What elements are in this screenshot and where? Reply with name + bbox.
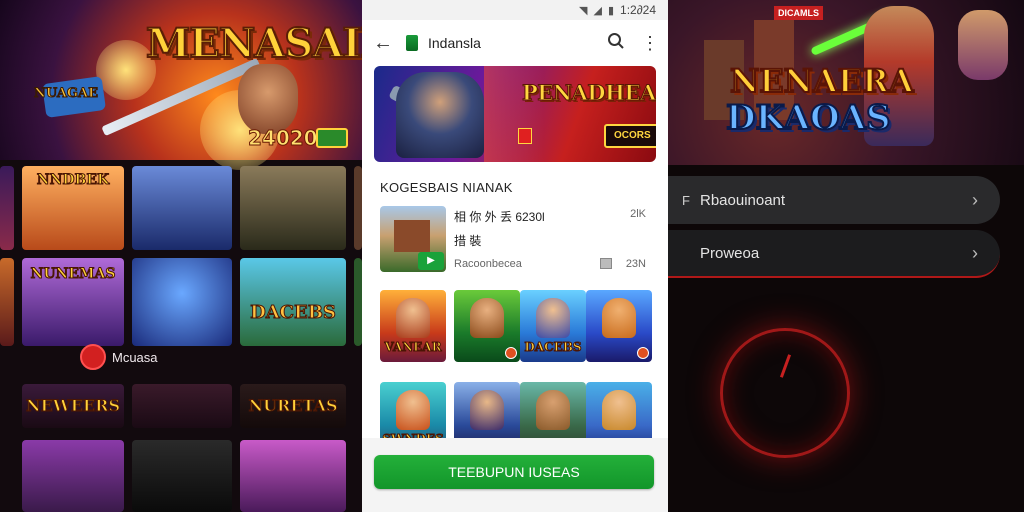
left-bg-tile[interactable] bbox=[132, 384, 232, 428]
right-hero-subtitle: DKAOAS bbox=[725, 97, 892, 139]
featured-app-subtitle: 措 裝 bbox=[454, 234, 482, 248]
status-time: 1:2∂24 bbox=[620, 3, 656, 17]
play-icon: ▶ bbox=[418, 252, 444, 270]
right-menu-item-label: Rbaouinoant bbox=[700, 191, 786, 209]
left-background-panel: MENASAII NUAGAE 24020 NNDBEK DACEBS NUNE… bbox=[0, 0, 362, 512]
right-menu-item-1[interactable]: F Rbaouinoant › bbox=[668, 176, 1000, 224]
left-bg-notice[interactable]: Mcuasa bbox=[80, 344, 158, 370]
left-hero-face-art bbox=[238, 64, 298, 134]
left-bg-tile bbox=[0, 258, 14, 346]
left-bg-tile-title: NURETAS bbox=[248, 396, 338, 416]
game-tile[interactable]: DACEBS bbox=[520, 290, 586, 362]
featured-app-row[interactable]: ▶ 相 你 外 丢 6230l 2lK 措 裝 Racoonbecea 23N bbox=[380, 206, 652, 274]
loading-ring-icon bbox=[720, 328, 850, 458]
left-bg-tile[interactable] bbox=[240, 440, 346, 512]
right-hero-tag: DICAMLS bbox=[774, 6, 823, 20]
right-menu-item-label: Proweoa bbox=[700, 244, 760, 262]
left-bg-tile bbox=[0, 166, 14, 250]
back-arrow-icon[interactable]: ← bbox=[370, 32, 396, 55]
left-bg-tile[interactable] bbox=[132, 440, 232, 512]
search-icon[interactable] bbox=[602, 32, 630, 55]
left-bg-notice-text: Mcuasa bbox=[112, 349, 158, 365]
badge-icon bbox=[637, 347, 649, 359]
section-title: KOGESBAIS NIANAK bbox=[380, 180, 513, 195]
battery-icon: ▮ bbox=[607, 4, 615, 17]
wifi-icon: ◥ bbox=[579, 4, 588, 17]
banner-chip bbox=[518, 128, 532, 144]
chevron-right-icon: › bbox=[972, 189, 978, 210]
featured-app-thumbnail[interactable]: ▶ bbox=[380, 206, 446, 272]
left-bg-tile[interactable]: NEWEERS bbox=[22, 384, 124, 428]
record-dot-icon bbox=[80, 344, 106, 370]
app-title: Indansla bbox=[428, 35, 481, 51]
right-background-panel: DICAMLS NENAERA DKAOAS F Rbaouinoant › P… bbox=[668, 0, 1024, 512]
phone-app-screen: ◥ ◢ ▮ 1:2∂24 ← Indansla ⋮ PENADHEAN OCOR… bbox=[362, 0, 668, 512]
game-tile[interactable]: VANEAR bbox=[380, 290, 446, 362]
featured-app-developer: Racoonbecea bbox=[454, 258, 522, 270]
left-hero-mini-title: NUAGAE bbox=[33, 86, 99, 102]
left-bg-tile[interactable] bbox=[132, 258, 232, 346]
left-hero-badge bbox=[316, 128, 348, 148]
promo-banner[interactable]: PENADHEAN OCORS bbox=[374, 66, 656, 162]
left-bg-tile-caption: NUNEMAS bbox=[22, 262, 124, 292]
right-hero-title: NENAERA bbox=[729, 61, 915, 101]
status-bar: ◥ ◢ ▮ 1:2∂24 bbox=[362, 0, 668, 20]
chevron-right-icon: › bbox=[972, 242, 978, 263]
game-tile[interactable] bbox=[586, 290, 652, 362]
app-bar: ← Indansla ⋮ bbox=[362, 20, 668, 66]
badge-icon bbox=[505, 347, 517, 359]
flag-icon bbox=[600, 258, 612, 269]
menu-item-icon: F bbox=[682, 192, 690, 208]
left-bg-tile bbox=[354, 166, 362, 250]
install-button[interactable]: TEEBUPUN IUSEAS bbox=[374, 455, 654, 489]
app-logo-icon bbox=[406, 35, 418, 51]
left-bg-tile[interactable]: DACEBS bbox=[240, 258, 346, 346]
left-hero-banner: MENASAII NUAGAE 24020 bbox=[0, 0, 362, 170]
left-bg-tile[interactable] bbox=[22, 440, 124, 512]
more-vert-icon[interactable]: ⋮ bbox=[640, 33, 660, 54]
right-hero-character-art bbox=[958, 10, 1008, 80]
left-bg-tile-title: NEWEERS bbox=[26, 396, 121, 416]
left-bg-tile bbox=[354, 258, 362, 346]
banner-character-art bbox=[396, 72, 484, 158]
left-bg-tile[interactable]: NURETAS bbox=[240, 384, 346, 428]
right-hero-banner: DICAMLS NENAERA DKAOAS bbox=[668, 0, 1024, 165]
left-bg-tile-title: NUNEMAS bbox=[30, 266, 116, 283]
left-bg-tile-title: DACEBS bbox=[250, 302, 337, 324]
signal-icon: ◢ bbox=[593, 4, 602, 17]
left-bg-tile-title: NNDBEK bbox=[36, 172, 110, 189]
game-tile-title: VANEAR bbox=[384, 340, 442, 355]
featured-app-rating: 23N bbox=[625, 258, 646, 270]
left-hero-score: 24020 bbox=[248, 126, 319, 151]
game-tile[interactable] bbox=[454, 290, 520, 362]
banner-title: PENADHEAN bbox=[521, 80, 656, 106]
left-bg-tile[interactable] bbox=[240, 166, 346, 250]
featured-app-size: 2lK bbox=[630, 208, 646, 220]
left-bg-tile[interactable]: NNDBEK bbox=[22, 166, 124, 250]
game-tile-title: DACEBS bbox=[524, 340, 582, 355]
left-hero-title: MENASAII bbox=[145, 19, 362, 68]
right-menu-item-2[interactable]: Proweoa › bbox=[668, 230, 1000, 278]
screenshot-stage: MENASAII NUAGAE 24020 NNDBEK DACEBS NUNE… bbox=[0, 0, 1024, 512]
banner-button[interactable]: OCORS bbox=[604, 124, 656, 148]
left-bg-tile[interactable] bbox=[132, 166, 232, 250]
featured-app-title: 相 你 外 丢 6230l bbox=[454, 210, 545, 224]
